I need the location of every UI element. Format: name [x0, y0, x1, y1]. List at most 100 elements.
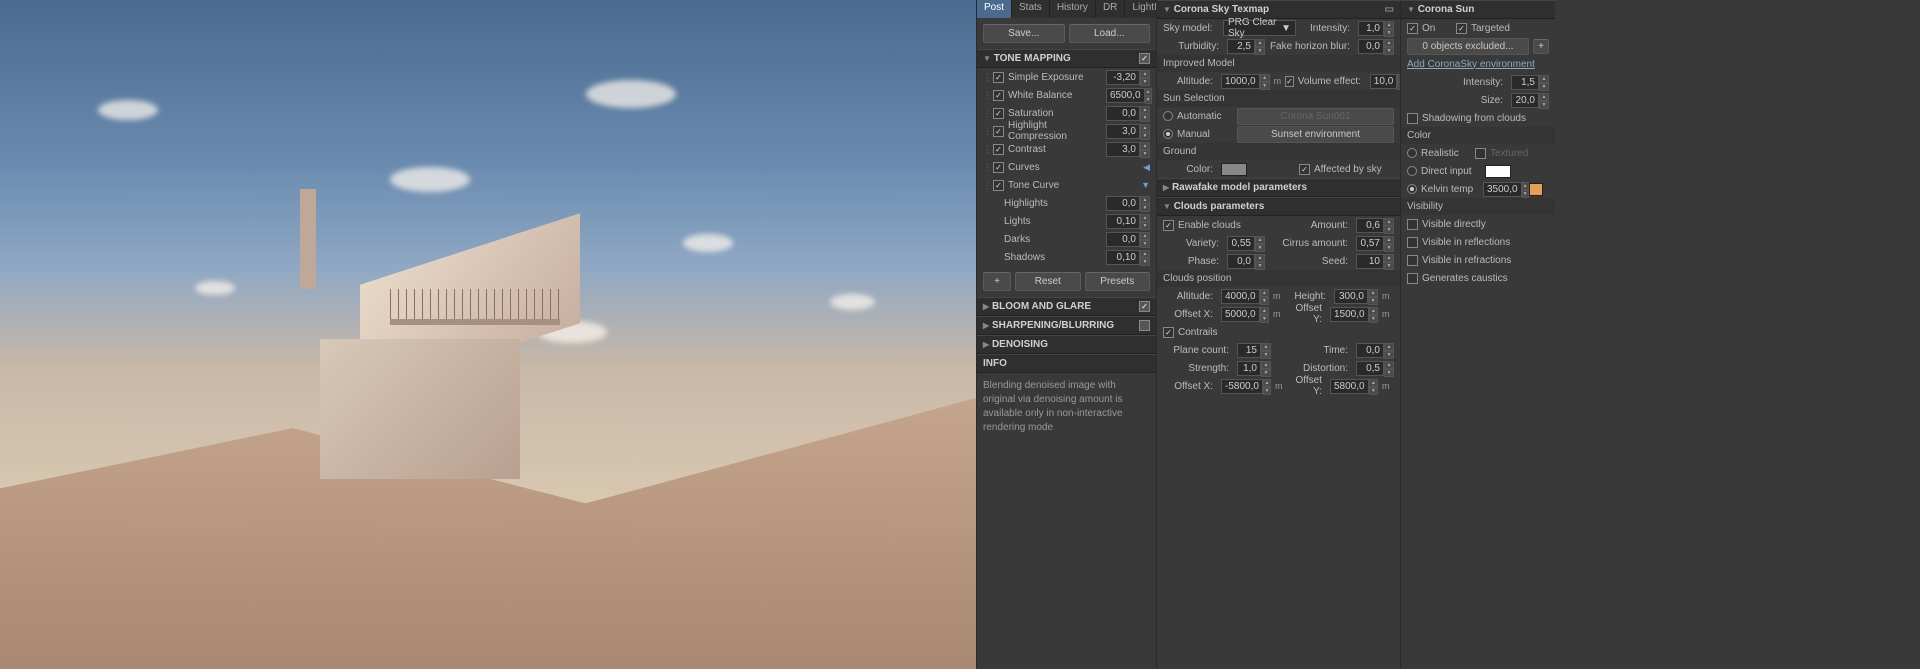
tab-stats[interactable]: Stats — [1012, 0, 1050, 18]
bloom-glare-header[interactable]: ▶ BLOOM AND GLARE ✓ — [977, 297, 1156, 316]
manual-radio[interactable] — [1163, 129, 1173, 139]
corona-sun-header[interactable]: ▼ Corona Sun — [1401, 0, 1555, 19]
clouds-params-header[interactable]: ▼ Clouds parameters — [1157, 197, 1400, 216]
sky-intensity-label: Intensity: — [1300, 23, 1350, 34]
house-model — [290, 219, 570, 479]
sky-intensity-value[interactable]: 1,0 — [1358, 21, 1384, 36]
tab-post[interactable]: Post — [977, 0, 1012, 18]
sun-intensity-value[interactable]: 1,5 — [1511, 75, 1539, 90]
sun-size-label: Size: — [1407, 95, 1503, 106]
contrast-value[interactable]: 3,0 — [1106, 142, 1140, 157]
sun-on-check[interactable] — [1407, 23, 1418, 34]
saturation-label: Saturation — [1008, 108, 1102, 119]
highlight-comp-check[interactable] — [993, 126, 1004, 137]
time-value[interactable]: 0,0 — [1356, 343, 1384, 358]
targeted-label: Targeted — [1471, 23, 1549, 34]
white-balance-check[interactable] — [993, 90, 1004, 101]
add-exclude-button[interactable]: + — [1533, 39, 1549, 54]
shadowing-check[interactable] — [1407, 113, 1418, 124]
plane-count-value[interactable]: 15 — [1237, 343, 1261, 358]
bloom-toggle[interactable]: ✓ — [1139, 301, 1150, 312]
load-button[interactable]: Load... — [1069, 24, 1151, 43]
distortion-value[interactable]: 0,5 — [1356, 361, 1384, 376]
kelvin-radio[interactable] — [1407, 184, 1417, 194]
white-balance-value[interactable]: 6500,0 — [1106, 88, 1145, 103]
rollup-icon[interactable]: ▭ — [1385, 4, 1394, 15]
visible-directly-check[interactable] — [1407, 219, 1418, 230]
altitude-label: Altitude: — [1163, 76, 1213, 87]
tab-history[interactable]: History — [1050, 0, 1096, 18]
amount-value[interactable]: 0,6 — [1356, 218, 1384, 233]
tone-mapping-header[interactable]: ▼ TONE MAPPING ✓ — [977, 49, 1156, 68]
affected-by-sky-label: Affected by sky — [1314, 164, 1394, 175]
altitude-value[interactable]: 1000,0 — [1221, 74, 1260, 89]
contrails-label: Contrails — [1178, 327, 1394, 338]
cloud-altitude-value[interactable]: 4000,0 — [1221, 289, 1260, 304]
tab-dr[interactable]: DR — [1096, 0, 1125, 18]
highlight-comp-value[interactable]: 3,0 — [1106, 124, 1140, 139]
visible-reflections-check[interactable] — [1407, 237, 1418, 248]
presets-button[interactable]: Presets — [1085, 272, 1151, 291]
saturation-check[interactable] — [993, 108, 1004, 119]
curves-check[interactable] — [993, 162, 1004, 173]
reset-button[interactable]: Reset — [1015, 272, 1081, 291]
turbidity-value[interactable]: 2,5 — [1227, 39, 1255, 54]
realistic-radio[interactable] — [1407, 148, 1417, 158]
ground-color-label: Color: — [1163, 164, 1213, 175]
denoising-header[interactable]: ▶ DENOISING — [977, 335, 1156, 354]
volume-effect-value[interactable]: 10,0 — [1370, 74, 1397, 89]
c-offsetx-value[interactable]: -5800,0 — [1221, 379, 1263, 394]
fake-horizon-value[interactable]: 0,0 — [1358, 39, 1384, 54]
affected-by-sky-check[interactable] — [1299, 164, 1310, 175]
simple-exposure-value[interactable]: -3,20 — [1106, 70, 1140, 85]
excluded-objects-button[interactable]: 0 objects excluded... — [1407, 38, 1529, 55]
sun-size-value[interactable]: 20,0 — [1511, 93, 1539, 108]
automatic-radio[interactable] — [1163, 111, 1173, 121]
enable-clouds-check[interactable] — [1163, 220, 1174, 231]
add-operator-button[interactable]: + — [983, 272, 1011, 291]
sharp-toggle[interactable] — [1139, 320, 1150, 331]
tone-mapping-toggle[interactable]: ✓ — [1139, 53, 1150, 64]
cirrus-value[interactable]: 0,57 — [1356, 236, 1384, 251]
sunset-env-button[interactable]: Sunset environment — [1237, 126, 1394, 143]
strength-value[interactable]: 1,0 — [1237, 361, 1261, 376]
rawafake-header[interactable]: ▶ Rawafake model parameters — [1157, 178, 1400, 197]
ground-color-swatch[interactable] — [1221, 163, 1247, 176]
offsety-value[interactable]: 1500,0 — [1330, 307, 1369, 322]
shadows-value[interactable]: 0,10 — [1106, 250, 1140, 265]
ground-label: Ground — [1157, 143, 1400, 160]
sharpening-header[interactable]: ▶ SHARPENING/BLURRING — [977, 316, 1156, 335]
save-button[interactable]: Save... — [983, 24, 1065, 43]
lights-value[interactable]: 0,10 — [1106, 214, 1140, 229]
phase-value[interactable]: 0,0 — [1227, 254, 1255, 269]
variety-value[interactable]: 0,55 — [1227, 236, 1255, 251]
contrails-check[interactable] — [1163, 327, 1174, 338]
offsetx-label: Offset X: — [1163, 309, 1213, 320]
tone-curve-expand-icon[interactable]: ▼ — [1141, 180, 1150, 190]
generates-caustics-check[interactable] — [1407, 273, 1418, 284]
height-value[interactable]: 300,0 — [1334, 289, 1368, 304]
highlights-value[interactable]: 0,0 — [1106, 196, 1140, 211]
add-env-label[interactable]: Add CoronaSky environment — [1407, 59, 1549, 70]
sun-node-button[interactable]: Corona Sun001 — [1237, 108, 1394, 125]
darks-value[interactable]: 0,0 — [1106, 232, 1140, 247]
sky-model-dropdown[interactable]: PRG Clear Sky▼ — [1223, 20, 1296, 36]
white-balance-label: White Balance — [1008, 90, 1102, 101]
offsetx-value[interactable]: 5000,0 — [1221, 307, 1260, 322]
volume-effect-check[interactable] — [1285, 76, 1294, 87]
phase-label: Phase: — [1163, 256, 1219, 267]
saturation-value[interactable]: 0,0 — [1106, 106, 1140, 121]
seed-value[interactable]: 10 — [1356, 254, 1384, 269]
direct-color-swatch[interactable] — [1485, 165, 1511, 178]
c-offsety-value[interactable]: 5800,0 — [1330, 379, 1369, 394]
curves-expand-icon[interactable]: ◀ — [1143, 162, 1150, 173]
contrast-check[interactable] — [993, 144, 1004, 155]
kelvin-value[interactable]: 3500,0 — [1483, 182, 1522, 197]
tone-curve-check[interactable] — [993, 180, 1004, 191]
simple-exposure-check[interactable] — [993, 72, 1004, 83]
visible-refractions-check[interactable] — [1407, 255, 1418, 266]
height-label: Height: — [1289, 291, 1326, 302]
direct-input-radio[interactable] — [1407, 166, 1417, 176]
shadows-label: Shadows — [1004, 252, 1102, 263]
targeted-check[interactable] — [1456, 23, 1467, 34]
